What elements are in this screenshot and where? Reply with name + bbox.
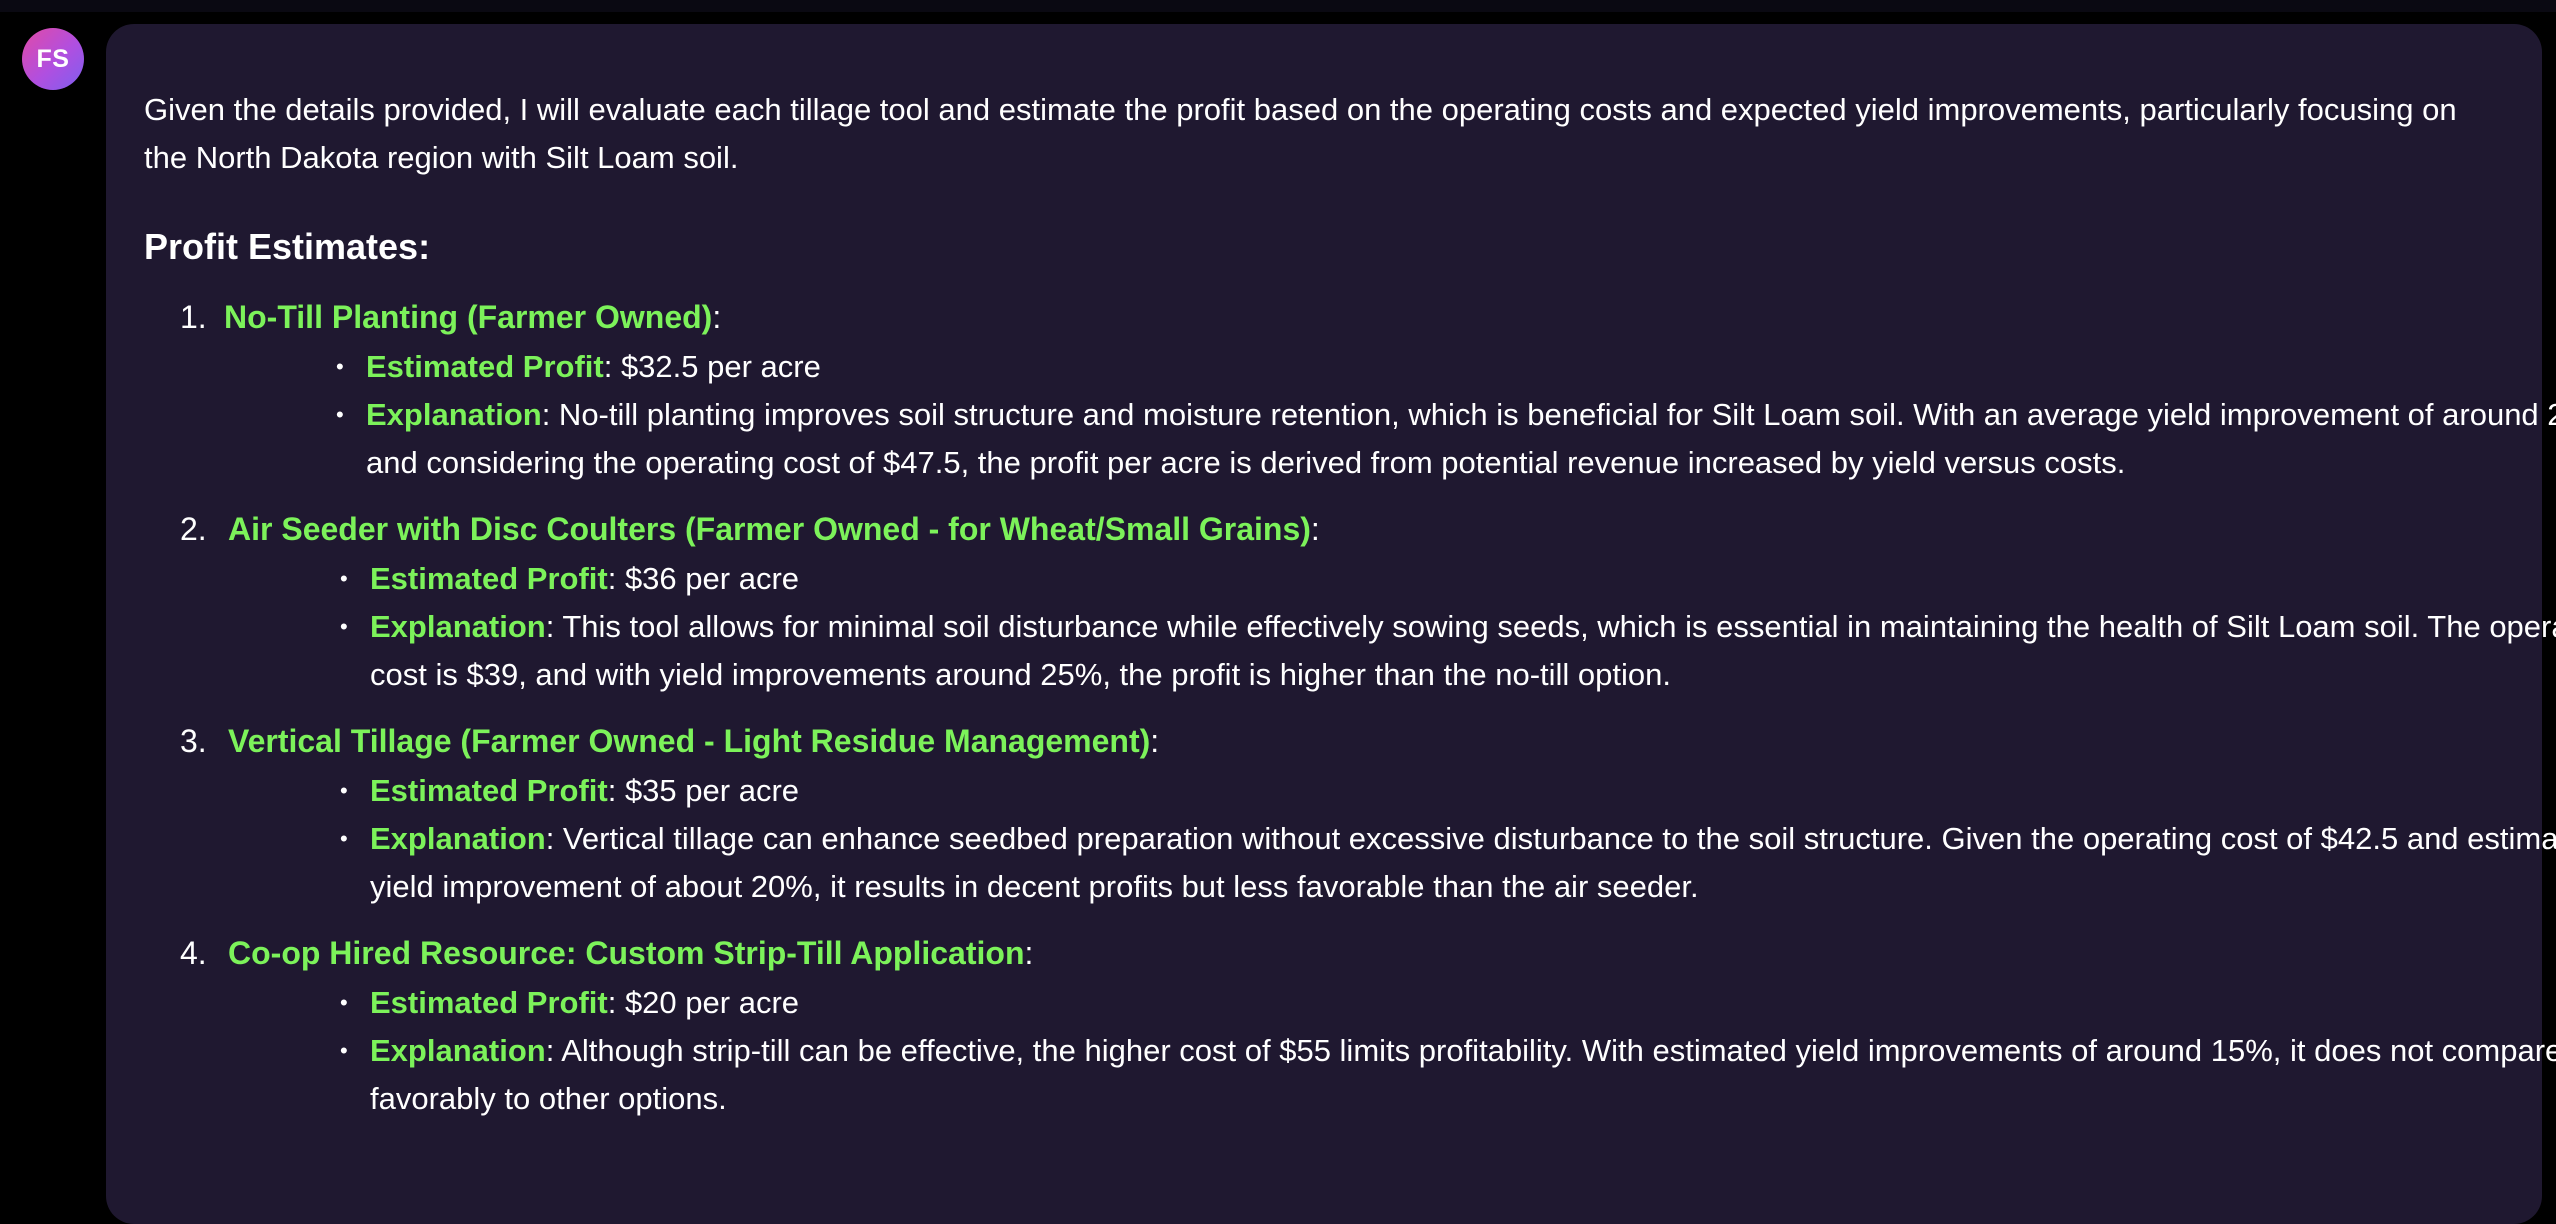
detail-explanation: • Explanation: Vertical tillage can enha… [340,815,2556,911]
list-item: 2. Air Seeder with Disc Coulters (Farmer… [144,507,2556,699]
list-item: 3. Vertical Tillage (Farmer Owned - Ligh… [144,719,2556,911]
title-colon: : [1310,511,1320,547]
detail-profit: • Estimated Profit: $35 per acre [340,767,2556,815]
top-bar [0,0,2556,12]
list-item: 4. Co-op Hired Resource: Custom Strip-Ti… [144,931,2556,1123]
detail-explanation: • Explanation: Although strip-till can b… [340,1027,2556,1123]
detail-profit: • Estimated Profit: $32.5 per acre [336,343,2556,391]
intro-paragraph: Given the details provided, I will evalu… [144,92,2457,175]
item-title: Vertical Tillage (Farmer Owned - Light R… [228,723,1151,759]
bullet-icon: • [336,354,344,379]
item-details: • Estimated Profit: $35 per acre • Expla… [340,767,2556,911]
profit-value: : $32.5 per acre [603,349,821,384]
item-title-row: 4. Co-op Hired Resource: Custom Strip-Ti… [180,931,2502,975]
item-title: No-Till Planting (Farmer Owned) [224,299,713,335]
explanation-text: : Although strip-till can be effective, … [370,1033,2556,1116]
profit-value: : $36 per acre [607,561,800,596]
section-heading: Profit Estimates: [144,226,431,267]
user-avatar: FS [22,28,84,90]
title-colon: : [1024,935,1034,971]
detail-explanation: • Explanation: No-till planting improves… [336,391,2556,487]
item-title-row: 3. Vertical Tillage (Farmer Owned - Ligh… [180,719,2502,763]
item-title: Air Seeder with Disc Coulters (Farmer Ow… [228,511,1311,547]
explanation-label: Explanation [370,821,546,856]
explanation-text: : Vertical tillage can enhance seedbed p… [370,821,2556,904]
item-title-row: 2. Air Seeder with Disc Coulters (Farmer… [180,507,2502,551]
title-colon: : [1150,723,1160,759]
item-number: 3. [180,723,207,759]
profit-label: Estimated Profit [370,773,608,808]
list-item: 1. No-Till Planting (Farmer Owned): • Es… [144,295,2556,487]
profit-value: : $35 per acre [607,773,800,808]
profit-value: : $20 per acre [607,985,800,1020]
bullet-icon: • [336,402,344,427]
avatar-initials: FS [36,44,70,73]
profit-estimates-list: 1. No-Till Planting (Farmer Owned): • Es… [144,295,2556,1123]
bullet-icon: • [340,826,348,851]
bullet-icon: • [340,566,348,591]
profit-label: Estimated Profit [370,561,608,596]
title-colon: : [712,299,722,335]
item-number: 4. [180,935,207,971]
detail-explanation: • Explanation: This tool allows for mini… [340,603,2556,699]
explanation-text: : No-till planting improves soil structu… [366,397,2556,480]
explanation-label: Explanation [370,1033,546,1068]
bullet-icon: • [340,990,348,1015]
bullet-icon: • [340,1038,348,1063]
item-details: • Estimated Profit: $20 per acre • Expla… [340,979,2556,1123]
profit-label: Estimated Profit [366,349,604,384]
explanation-label: Explanation [370,609,546,644]
bullet-icon: • [340,778,348,803]
item-details: • Estimated Profit: $36 per acre • Expla… [340,555,2556,699]
item-title-row: 1. No-Till Planting (Farmer Owned): [180,295,2502,339]
explanation-label: Explanation [366,397,542,432]
bullet-icon: • [340,614,348,639]
item-number: 2. [180,511,207,547]
item-number: 1. [180,299,207,335]
assistant-message-bubble: Given the details provided, I will evalu… [106,24,2556,1224]
detail-profit: • Estimated Profit: $20 per acre [340,979,2556,1027]
item-details: • Estimated Profit: $32.5 per acre • Exp… [336,343,2556,487]
detail-profit: • Estimated Profit: $36 per acre [340,555,2556,603]
profit-label: Estimated Profit [370,985,608,1020]
item-title: Co-op Hired Resource: Custom Strip-Till … [228,935,1025,971]
explanation-text: : This tool allows for minimal soil dist… [370,609,2556,692]
